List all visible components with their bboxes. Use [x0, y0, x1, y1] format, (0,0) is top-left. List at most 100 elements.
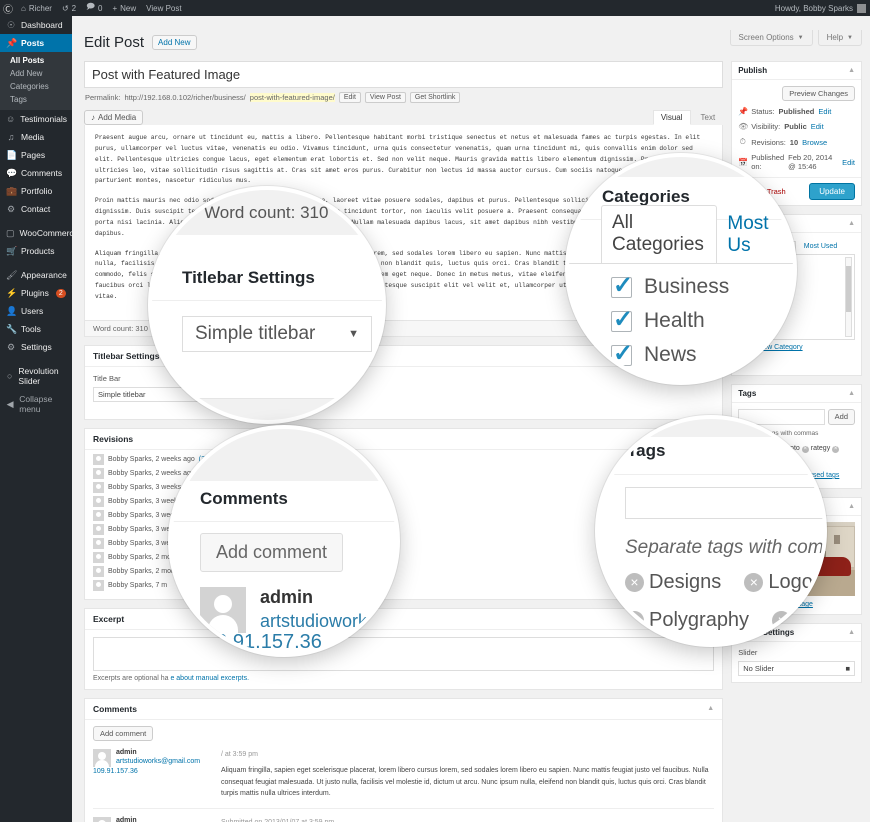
comment-row: admin artstudioworks@gmail.com 109.91.15… — [93, 741, 714, 809]
magnifier-comments-content: Comments Add comment admin artstudiowork… — [172, 429, 396, 653]
close-icon[interactable]: × — [625, 573, 644, 593]
sidebar-item-woocommerce[interactable]: ▢ WooCommerce — [0, 224, 78, 242]
preview-changes-button[interactable]: Preview Changes — [782, 86, 855, 101]
checkbox-icon[interactable] — [611, 271, 633, 300]
sidebar-item-comments[interactable]: 💬 Comments — [0, 164, 72, 182]
close-icon[interactable]: × — [744, 573, 764, 593]
magnified-tab-most-used[interactable]: Most Us — [717, 207, 793, 263]
categories-scrollbar[interactable] — [845, 257, 852, 337]
update-button[interactable]: Update — [809, 183, 855, 200]
add-tag-button[interactable]: Add — [827, 409, 855, 425]
magnified-add-comment-button[interactable]: Add comment — [200, 533, 344, 572]
adminbar-updates[interactable]: ↺ 2 — [57, 0, 81, 16]
sidebar-item-tools[interactable]: 🔧 Tools — [0, 320, 72, 338]
edit-status-link[interactable]: Edit — [818, 107, 831, 116]
edit-permalink-button[interactable]: Edit — [338, 92, 361, 103]
sidebar-item-users[interactable]: 👤 Users — [0, 302, 72, 320]
checkbox-icon[interactable] — [611, 339, 633, 368]
chevron-up-icon[interactable]: ▲ — [848, 503, 855, 510]
magnified-category-item-news[interactable]: News — [611, 339, 697, 368]
tab-text[interactable]: Text — [693, 110, 724, 125]
magnified-comment-author-ip[interactable]: 109.91.157.36 — [194, 631, 322, 653]
cart-icon: 🛒 — [6, 245, 18, 256]
permalink-base: http://192.168.0.102/richer/business/ — [124, 93, 246, 102]
tab-visual[interactable]: Visual — [652, 110, 691, 125]
chevron-up-icon[interactable]: ▲ — [848, 390, 855, 397]
sidebar-item-contact[interactable]: ⚙ Contact — [0, 200, 72, 218]
comment-row: admin artstudioworks@gmail.com 109.91.15… — [93, 808, 715, 822]
magnifier-comments: Comments Add comment admin artstudiowork… — [168, 425, 400, 657]
permalink-slug[interactable]: post-with-featured-image/ — [249, 93, 335, 102]
submenu-add-new[interactable]: Add New — [0, 67, 72, 80]
add-comment-button[interactable]: Add comment — [93, 725, 154, 741]
sidebar-item-settings[interactable]: ⚙ Settings — [0, 338, 72, 356]
chevron-up-icon[interactable]: ▲ — [707, 705, 714, 712]
adminbar-comments[interactable]: 🗩 0 — [81, 0, 107, 16]
sidebar-item-products[interactable]: 🛒 Products — [0, 242, 72, 260]
sidebar-item-pages[interactable]: 📄 Pages — [0, 146, 72, 164]
magnified-tag-input[interactable] — [625, 487, 823, 519]
submenu-all-posts[interactable]: All Posts — [0, 54, 72, 67]
tab-most-used[interactable]: Most Used — [799, 241, 842, 254]
media-icon: ♪ — [91, 113, 95, 122]
submenu-categories[interactable]: Categories — [0, 80, 72, 93]
browse-revisions-link[interactable]: Browse — [802, 138, 827, 147]
sidebar-item-plugins[interactable]: ⚡ Plugins 2 — [0, 284, 72, 302]
adminbar-view-post[interactable]: View Post — [141, 0, 186, 16]
sidebar-item-appearance[interactable]: 🖌 Appearance — [0, 266, 72, 284]
close-icon[interactable]: × — [772, 611, 792, 631]
magnified-tag-chip[interactable]: × Polygraphy — [625, 609, 749, 631]
comment-bubble-icon: 🗩 — [86, 2, 96, 11]
comment-author-ip[interactable]: 109.91.157.36 — [93, 767, 213, 778]
screen-options-tab[interactable]: Screen Options ▼ — [729, 30, 813, 46]
magnified-comment-author-email[interactable]: artstudioworks@gmail.com — [260, 611, 396, 632]
close-icon[interactable]: × — [832, 445, 840, 453]
add-media-button[interactable]: ♪ Add Media — [84, 110, 144, 125]
sidebar-item-media[interactable]: ♫ Media — [0, 128, 72, 146]
magnified-tag-chip-row-2: × Polygraphy × — [625, 609, 796, 632]
chevron-up-icon[interactable]: ▲ — [848, 67, 855, 74]
comment-author-email[interactable]: artstudioworks@gmail.com — [93, 757, 213, 768]
edit-visibility-link[interactable]: Edit — [811, 122, 824, 131]
tags-header[interactable]: Tags ▲ — [732, 385, 861, 403]
wordpress-logo-icon[interactable]: Ⓒ — [0, 0, 16, 16]
post-title-input[interactable]: Post with Featured Image — [84, 61, 724, 88]
pin-icon: 📌 — [6, 37, 18, 48]
gear-icon: ⚙ — [6, 203, 16, 214]
edit-date-link[interactable]: Edit — [842, 158, 855, 167]
magnifier-tags-content: Tags Separate tags with comm × Designs × L… — [599, 419, 823, 643]
comments-header[interactable]: Comments ▲ — [85, 699, 723, 720]
testimonial-icon: ☺ — [6, 113, 16, 124]
sidebar-item-portfolio[interactable]: 💼 Portfolio — [0, 182, 72, 200]
checkbox-icon[interactable] — [611, 305, 633, 334]
sidebar-item-posts[interactable]: 📌 Posts — [0, 34, 73, 52]
slider-field-label: Slider — [738, 648, 758, 657]
sidebar-item-dashboard[interactable]: ☉ Dashboard — [0, 16, 72, 34]
magnified-tag-chip[interactable]: × Logo — [744, 571, 813, 593]
magnified-category-item-business[interactable]: Business — [611, 271, 729, 300]
sidebar-item-collapse-menu[interactable]: ◀ Collapse menu — [0, 390, 72, 418]
magnified-tab-all-categories[interactable]: All Categories — [601, 205, 718, 263]
chevron-up-icon[interactable]: ▲ — [848, 629, 855, 636]
chevron-up-icon[interactable]: ▲ — [848, 220, 855, 227]
magnified-category-item-health[interactable]: Health — [611, 305, 705, 334]
close-icon[interactable]: × — [625, 611, 644, 631]
add-new-button[interactable]: Add New — [152, 35, 197, 50]
submenu-tags[interactable]: Tags — [0, 93, 72, 106]
comment-author-name: admin — [116, 817, 137, 822]
slider-select[interactable]: No Slider ■ — [738, 661, 855, 676]
publish-header[interactable]: Publish ▲ — [732, 62, 861, 80]
adminbar-account[interactable]: Howdy, Bobby Sparks — [775, 3, 870, 13]
manual-excerpts-link[interactable]: e about manual excerpts. — [170, 675, 249, 682]
adminbar-new[interactable]: + New — [107, 0, 141, 16]
comments-box: Comments ▲ Add comment admin artstudiowo… — [84, 697, 724, 822]
sidebar-item-revolution-slider[interactable]: ○ Revolution Slider — [0, 362, 72, 390]
get-shortlink-button[interactable]: Get Shortlink — [409, 92, 461, 103]
view-post-button[interactable]: View Post — [364, 92, 406, 103]
help-tab[interactable]: Help ▼ — [817, 30, 862, 46]
sidebar-item-testimonials[interactable]: ☺ Testimonials — [0, 110, 72, 128]
comment-submitted: / at 3:59 pm — [221, 750, 258, 758]
magnified-titlebar-select[interactable]: Simple titlebar ▼ — [182, 316, 372, 352]
magnified-tag-chip[interactable]: × Designs — [625, 571, 721, 593]
adminbar-site-name[interactable]: ⌂ Richer — [16, 0, 57, 16]
